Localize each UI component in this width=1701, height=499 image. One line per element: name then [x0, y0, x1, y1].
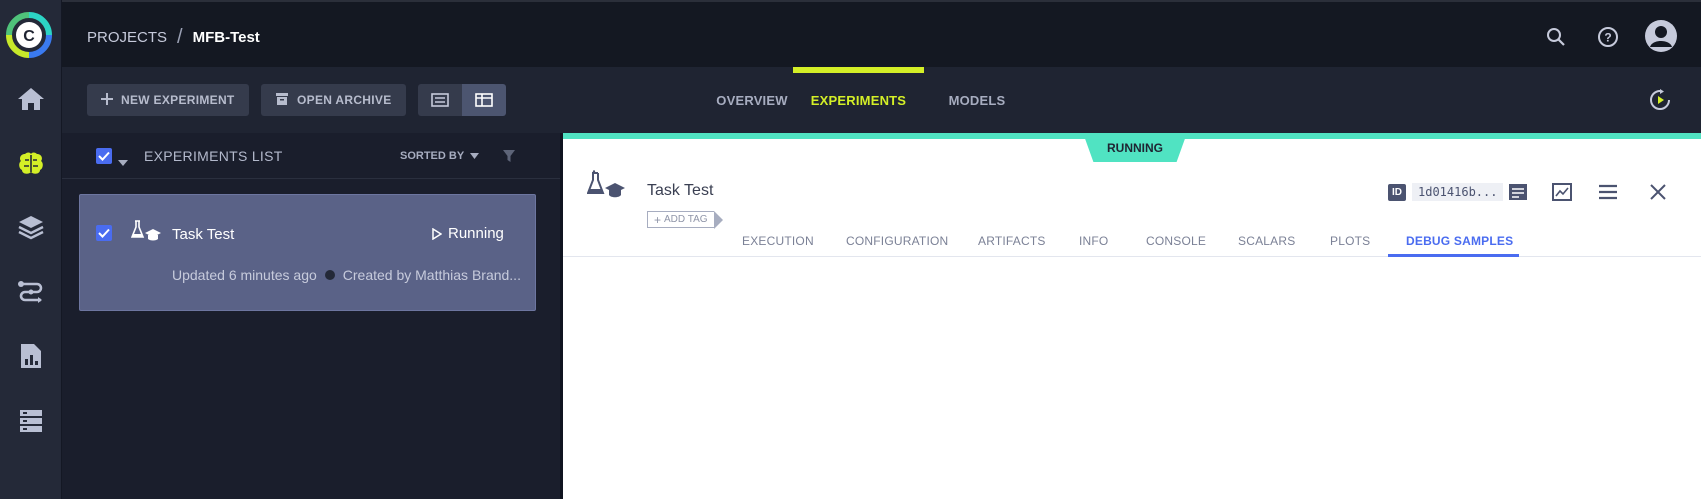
experiment-created-by: Created by Matthias Brand... — [342, 267, 521, 283]
experiment-status: Running — [432, 225, 504, 242]
close-icon[interactable] — [1643, 177, 1673, 207]
top-header: PROJECTS / MFB-Test ? — [62, 0, 1701, 67]
breadcrumb-separator: / — [177, 26, 183, 48]
list-view-icon[interactable] — [418, 84, 462, 116]
select-all-checkbox[interactable] — [96, 148, 112, 164]
meta-separator-dot — [324, 270, 335, 280]
view-mode-toggle — [418, 84, 506, 116]
open-archive-label: OPEN ARCHIVE — [297, 93, 392, 107]
full-screen-icon[interactable] — [1547, 177, 1577, 207]
experiment-icon — [130, 219, 161, 248]
help-icon[interactable]: ? — [1593, 22, 1623, 52]
home-icon[interactable] — [14, 82, 48, 116]
tab-execution[interactable]: EXECUTION — [742, 234, 814, 248]
experiments-list-panel: EXPERIMENTS LIST SORTED BY Task Test Run… — [62, 133, 560, 499]
experiments-list-header: EXPERIMENTS LIST SORTED BY — [62, 133, 560, 179]
experiment-detail-panel: RUNNING Task Test + ADD TAG ID 1d01416b.… — [563, 133, 1701, 499]
play-icon — [432, 227, 442, 240]
clearml-logo[interactable]: C — [6, 12, 52, 58]
info-panel-icon[interactable] — [1503, 177, 1533, 207]
svg-text:?: ? — [1604, 31, 1611, 45]
sorted-by-label: SORTED BY — [400, 150, 465, 162]
plus-icon — [101, 92, 113, 108]
new-experiment-button[interactable]: NEW EXPERIMENT — [87, 84, 249, 116]
datasets-icon[interactable] — [14, 403, 48, 437]
tab-info[interactable]: INFO — [1079, 234, 1108, 248]
details-view-icon[interactable] — [462, 84, 506, 116]
experiment-type-icon — [586, 170, 625, 205]
id-label: ID — [1388, 183, 1406, 201]
new-experiment-label: NEW EXPERIMENT — [121, 93, 235, 107]
tab-configuration[interactable]: CONFIGURATION — [846, 234, 948, 248]
experiment-meta: Updated 6 minutes ago Created by Matthia… — [172, 267, 521, 283]
experiment-updated: Updated 6 minutes ago — [172, 267, 317, 283]
archive-icon — [275, 92, 289, 109]
brain-icon[interactable] — [14, 147, 48, 181]
user-avatar-icon[interactable] — [1642, 17, 1680, 55]
breadcrumb-projects-link[interactable]: PROJECTS — [87, 29, 167, 46]
experiments-toolbar: NEW EXPERIMENT OPEN ARCHIVE OVERVIEW EXP… — [62, 67, 1701, 133]
reports-icon[interactable] — [14, 339, 48, 373]
filter-icon[interactable] — [502, 149, 516, 168]
chevron-down-icon — [470, 153, 480, 159]
experiment-row-checkbox[interactable] — [96, 225, 112, 241]
open-archive-button[interactable]: OPEN ARCHIVE — [261, 84, 406, 116]
search-icon[interactable] — [1541, 22, 1571, 52]
breadcrumb: PROJECTS / MFB-Test — [87, 26, 260, 49]
experiment-detail-tabs: EXECUTION CONFIGURATION ARTIFACTS INFO C… — [563, 224, 1701, 257]
pipelines-icon[interactable] — [14, 274, 48, 308]
layers-icon[interactable] — [14, 210, 48, 244]
menu-icon[interactable] — [1593, 177, 1623, 207]
tab-debug-samples[interactable]: DEBUG SAMPLES — [1406, 234, 1513, 248]
tab-experiments[interactable]: EXPERIMENTS — [793, 67, 924, 133]
active-tab-underline — [1388, 254, 1519, 257]
tab-plots[interactable]: PLOTS — [1330, 234, 1370, 248]
id-value: 1d01416b... — [1412, 183, 1504, 201]
experiment-status-label: Running — [448, 225, 504, 242]
experiment-id-chip[interactable]: ID 1d01416b... — [1388, 183, 1504, 201]
svg-text:C: C — [23, 28, 35, 45]
tab-artifacts[interactable]: ARTIFACTS — [978, 234, 1046, 248]
tab-overview[interactable]: OVERVIEW — [697, 67, 807, 133]
sorted-by-dropdown[interactable]: SORTED BY — [400, 150, 480, 162]
experiments-list-title: EXPERIMENTS LIST — [144, 148, 283, 164]
debug-samples-content — [563, 258, 1701, 499]
selection-menu-chevron-down-icon[interactable] — [118, 153, 128, 171]
tab-scalars[interactable]: SCALARS — [1238, 234, 1295, 248]
experiment-name: Task Test — [172, 226, 235, 243]
list-item[interactable]: Task Test Running Updated 6 minutes ago … — [79, 194, 536, 311]
tab-console[interactable]: CONSOLE — [1146, 234, 1206, 248]
breadcrumb-current-project[interactable]: MFB-Test — [193, 29, 260, 46]
auto-refresh-icon[interactable] — [1645, 85, 1675, 115]
left-nav-rail: C — [0, 0, 62, 499]
experiment-title[interactable]: Task Test — [647, 182, 713, 200]
tab-models[interactable]: MODELS — [922, 67, 1032, 133]
status-badge: RUNNING — [1083, 133, 1187, 162]
